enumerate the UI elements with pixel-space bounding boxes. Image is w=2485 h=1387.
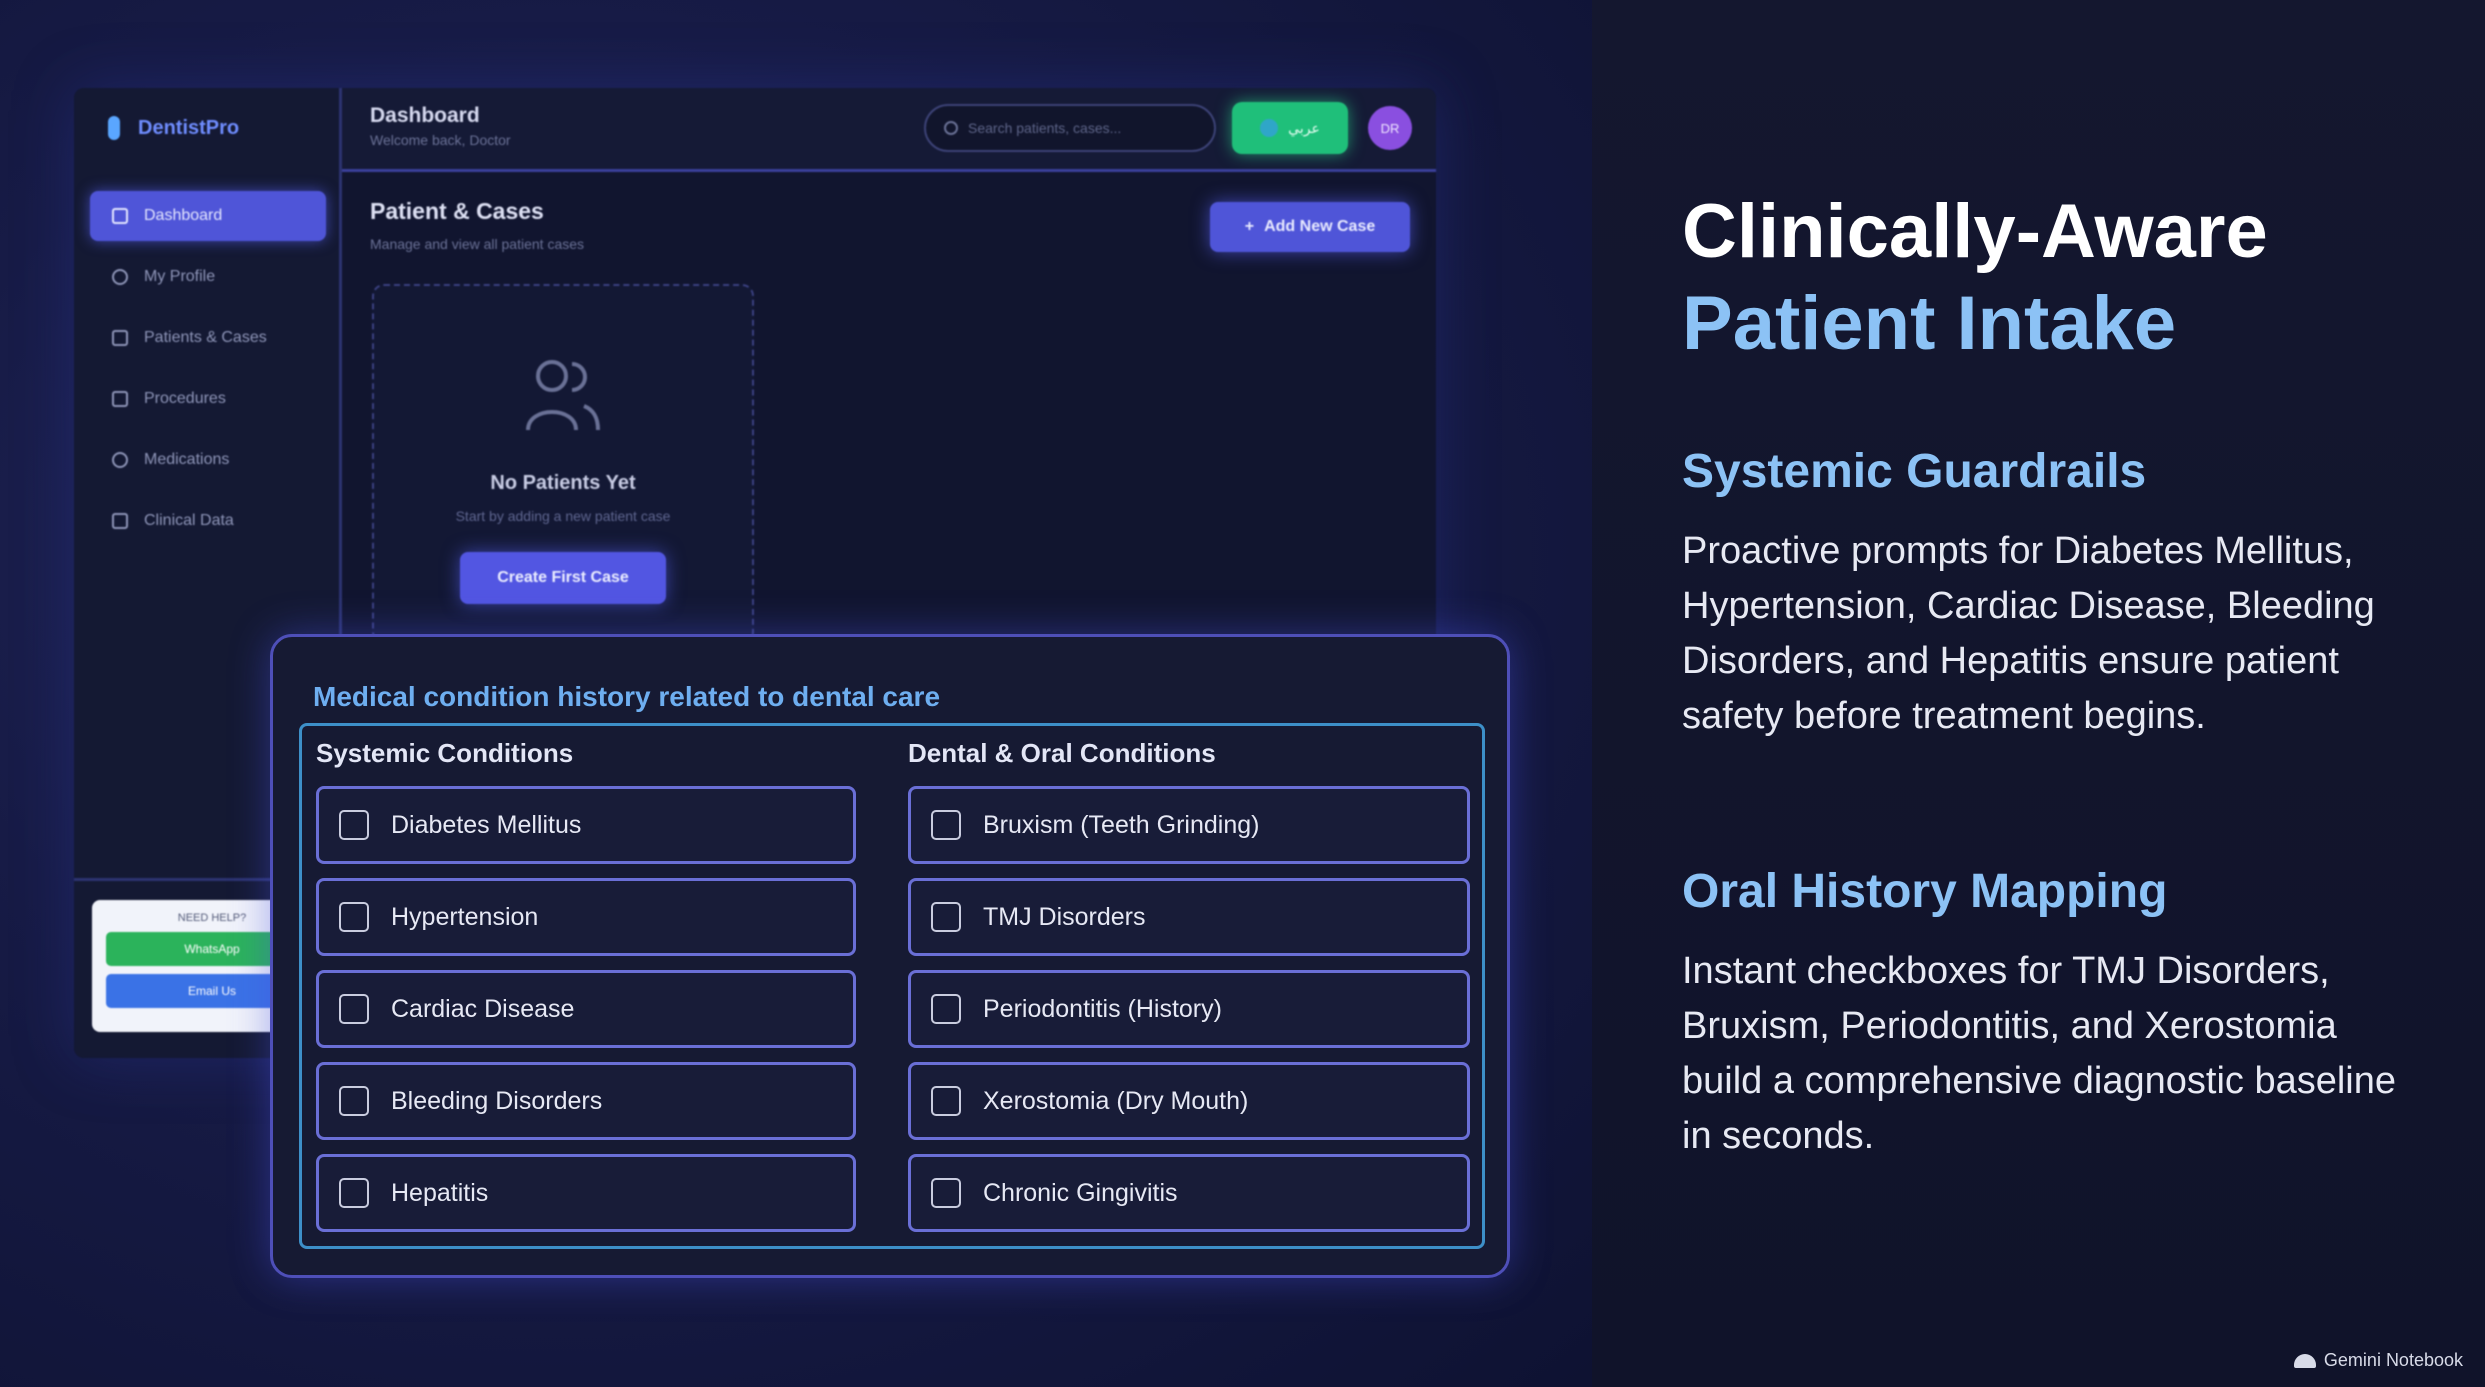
footer-brand: Gemini Notebook <box>2293 1350 2463 1371</box>
systemic-conditions-heading: Systemic Conditions <box>316 738 574 768</box>
condition-option-hepatitis[interactable]: Hepatitis <box>316 1154 856 1232</box>
condition-label: Bleeding Disorders <box>391 1086 603 1115</box>
section-body-systemic: Proactive prompts for Diabetes Mellitus,… <box>1682 530 2375 737</box>
search-placeholder: Search patients, cases... <box>968 120 1122 136</box>
brand-name: DentistPro <box>138 116 240 139</box>
medical-history-panel: Medical condition history related to den… <box>270 634 1510 1278</box>
create-first-case-button[interactable]: Create First Case <box>460 552 666 604</box>
headline: Clinically-Aware Patient Intake <box>1682 186 2268 370</box>
condition-option-xerostomia[interactable]: Xerostomia (Dry Mouth) <box>908 1062 1470 1140</box>
sidebar-item-label: Clinical Data <box>144 512 234 529</box>
checkbox[interactable] <box>931 994 961 1024</box>
sidebar-item-patients-cases[interactable]: Patients & Cases <box>90 313 326 363</box>
empty-state-title: No Patients Yet <box>490 472 636 494</box>
section-body-oral: Instant checkboxes for TMJ Disorders, Br… <box>1682 950 2397 1157</box>
search-icon <box>944 121 958 135</box>
headline-line-2: Patient Intake <box>1682 281 2177 366</box>
section-heading-oral: Oral History Mapping <box>1682 865 2168 918</box>
language-label: عربي <box>1288 119 1320 136</box>
condition-option-tmj[interactable]: TMJ Disorders <box>908 878 1470 956</box>
sidebar-nav: Dashboard My Profile Patients & Cases Pr… <box>90 191 326 557</box>
footer-brand-label: Gemini Notebook <box>2323 1350 2463 1370</box>
plus-icon: + <box>1244 218 1255 235</box>
condition-option-gingivitis[interactable]: Chronic Gingivitis <box>908 1154 1470 1232</box>
brand[interactable]: DentistPro <box>108 116 239 140</box>
checkbox[interactable] <box>339 902 369 932</box>
search-input[interactable]: Search patients, cases... <box>924 104 1216 152</box>
sidebar-item-dashboard[interactable]: Dashboard <box>90 191 326 241</box>
empty-state-subtitle: Start by adding a new patient case <box>455 508 671 524</box>
condition-option-bruxism[interactable]: Bruxism (Teeth Grinding) <box>908 786 1470 864</box>
dental-conditions-heading: Dental & Oral Conditions <box>908 738 1216 768</box>
tooth-logo-icon <box>108 116 120 140</box>
sidebar-item-label: My Profile <box>144 268 216 285</box>
panel-title: Medical condition history related to den… <box>313 681 941 712</box>
section-title: Patient & Cases <box>370 198 544 224</box>
sidebar-item-procedures[interactable]: Procedures <box>90 374 326 424</box>
add-new-case-button[interactable]: + Add New Case <box>1210 202 1410 252</box>
headline-line-1: Clinically-Aware <box>1682 189 2268 274</box>
checklist-icon <box>112 391 128 407</box>
topbar: Dashboard Welcome back, Doctor Search pa… <box>342 88 1436 172</box>
checkbox[interactable] <box>339 810 369 840</box>
page-subtitle: Welcome back, Doctor <box>370 132 511 148</box>
checkbox[interactable] <box>339 1178 369 1208</box>
checkbox[interactable] <box>931 1178 961 1208</box>
sidebar-item-label: Medications <box>144 451 230 468</box>
condition-label: Xerostomia (Dry Mouth) <box>983 1086 1249 1115</box>
condition-label: Periodontitis (History) <box>983 994 1222 1023</box>
sidebar-item-label: Patients & Cases <box>144 329 267 346</box>
section-subtitle: Manage and view all patient cases <box>370 236 585 252</box>
users-icon <box>526 360 600 431</box>
condition-label: Hepatitis <box>391 1178 489 1207</box>
sidebar-item-label: Dashboard <box>144 207 223 224</box>
grid-icon <box>112 208 128 224</box>
globe-icon <box>1260 119 1279 137</box>
checkbox[interactable] <box>931 810 961 840</box>
checkbox[interactable] <box>339 1086 369 1116</box>
sidebar-item-my-profile[interactable]: My Profile <box>90 252 326 302</box>
user-icon <box>112 269 128 285</box>
condition-option-cardiac[interactable]: Cardiac Disease <box>316 970 856 1048</box>
sidebar-item-medications[interactable]: Medications <box>90 435 326 485</box>
document-icon <box>112 330 128 346</box>
section-heading-systemic: Systemic Guardrails <box>1682 445 2147 498</box>
pill-icon <box>112 452 128 468</box>
add-new-case-label: Add New Case <box>1264 218 1376 235</box>
avatar[interactable]: DR <box>1368 106 1412 150</box>
condition-label: Cardiac Disease <box>391 994 575 1023</box>
condition-label: Chronic Gingivitis <box>983 1178 1178 1207</box>
conditions-grid: Systemic Conditions Dental & Oral Condit… <box>299 723 1485 1249</box>
checkbox[interactable] <box>931 1086 961 1116</box>
condition-option-periodontitis[interactable]: Periodontitis (History) <box>908 970 1470 1048</box>
page-title: Dashboard <box>370 104 480 127</box>
sidebar-item-clinical-data[interactable]: Clinical Data <box>90 496 326 546</box>
condition-option-diabetes[interactable]: Diabetes Mellitus <box>316 786 856 864</box>
empty-state-card: No Patients Yet Start by adding a new pa… <box>372 284 754 644</box>
language-toggle-button[interactable]: عربي <box>1232 102 1348 154</box>
condition-option-hypertension[interactable]: Hypertension <box>316 878 856 956</box>
notebook-logo-icon <box>2293 1353 2316 1368</box>
checkbox[interactable] <box>931 902 961 932</box>
book-icon <box>112 513 128 529</box>
condition-option-bleeding[interactable]: Bleeding Disorders <box>316 1062 856 1140</box>
condition-label: TMJ Disorders <box>983 902 1146 931</box>
condition-label: Bruxism (Teeth Grinding) <box>983 810 1260 839</box>
condition-label: Hypertension <box>391 902 539 931</box>
sidebar-item-label: Procedures <box>144 390 226 407</box>
checkbox[interactable] <box>339 994 369 1024</box>
condition-label: Diabetes Mellitus <box>391 810 582 839</box>
